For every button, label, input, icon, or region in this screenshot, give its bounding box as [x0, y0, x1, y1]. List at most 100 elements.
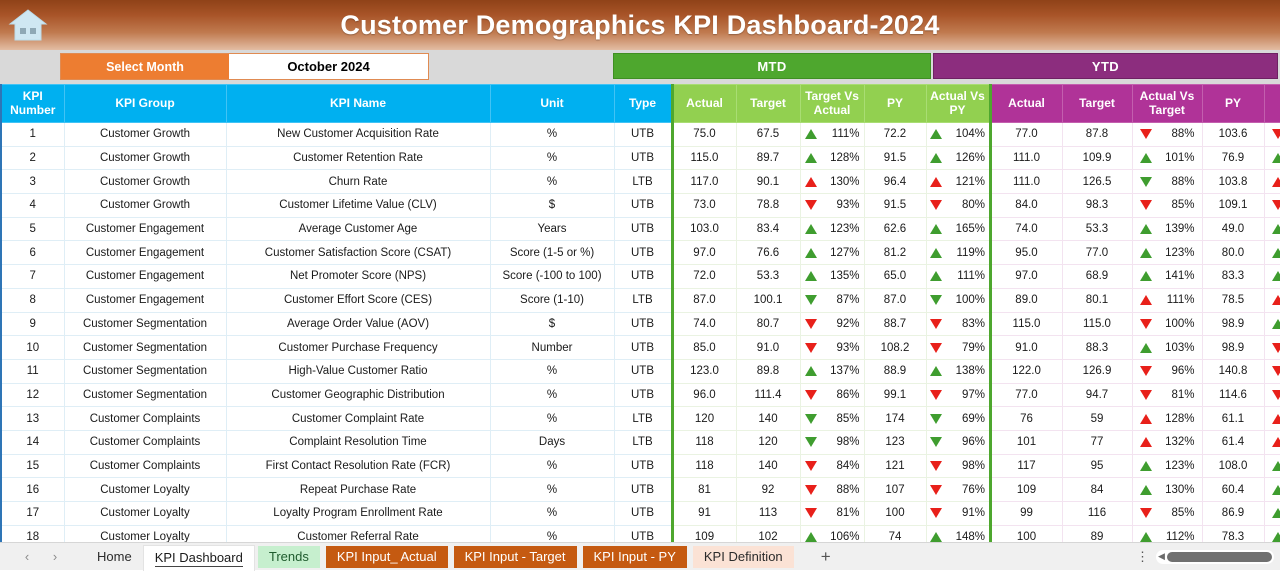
col-header-ytd-actual-vs-target[interactable]: Actual Vs Target	[1132, 85, 1202, 123]
chevron-left-icon[interactable]: ‹	[14, 546, 40, 568]
col-header-mtd-target[interactable]: Target	[736, 85, 800, 123]
cell-mtd-target-vs-actual: 92%	[800, 312, 864, 336]
cell-ytd-actual: 74.0	[990, 217, 1062, 241]
cell-ytd-target: 84	[1062, 478, 1132, 502]
cell-unit: $	[490, 312, 614, 336]
trend-down-icon	[930, 437, 942, 447]
cell-unit: %	[490, 123, 614, 147]
sheet-tab-kpi-input-target[interactable]: KPI Input - Target	[454, 546, 577, 568]
cell-mtd-py: 108.2	[864, 336, 926, 360]
col-header-mtd-actual-vs-py[interactable]: Actual Vs PY	[926, 85, 990, 123]
col-header-mtd-target-vs-actual[interactable]: Target Vs Actual	[800, 85, 864, 123]
cell-ytd-py-vs-actual: 107%	[1264, 170, 1280, 194]
scrollbar-thumb[interactable]	[1167, 552, 1272, 562]
cell-unit: Years	[490, 217, 614, 241]
col-header-ytd-py[interactable]: PY	[1202, 85, 1264, 123]
cell-ytd-py: 76.9	[1202, 146, 1264, 170]
cell-ytd-actual: 84.0	[990, 194, 1062, 218]
trend-up-icon	[1140, 295, 1152, 305]
cell-ytd-actual-vs-target: 123%	[1132, 454, 1202, 478]
sheet-tab-kpi-input-py[interactable]: KPI Input - PY	[583, 546, 687, 568]
cell-mtd-actual: 85.0	[672, 336, 736, 360]
cell-ytd-py-vs-actual: 114%	[1264, 502, 1280, 526]
sheet-tab-trends[interactable]: Trends	[258, 546, 320, 568]
mtd-target-vs-actual-value: 123%	[826, 223, 860, 235]
cell-mtd-actual-vs-py: 69%	[926, 407, 990, 431]
cell-unit: Score (1-5 or %)	[490, 241, 614, 265]
trend-up-icon	[805, 271, 817, 281]
cell-mtd-py: 96.4	[864, 170, 926, 194]
cell-mtd-actual-vs-py: 119%	[926, 241, 990, 265]
cell-mtd-py: 99.1	[864, 383, 926, 407]
trend-up-icon	[1272, 461, 1280, 471]
cell-kpi-group: Customer Engagement	[64, 265, 226, 289]
cell-mtd-target-vs-actual: 111%	[800, 123, 864, 147]
cell-mtd-target-vs-actual: 84%	[800, 454, 864, 478]
cell-ytd-target: 53.3	[1062, 217, 1132, 241]
ytd-actual-vs-target-value: 88%	[1161, 128, 1195, 140]
cell-kpi-group: Customer Growth	[64, 194, 226, 218]
col-header-mtd-py[interactable]: PY	[864, 85, 926, 123]
sheet-tab-kpi-input-actual[interactable]: KPI Input_ Actual	[326, 546, 448, 568]
trend-down-icon	[805, 295, 817, 305]
cell-ytd-py: 80.0	[1202, 241, 1264, 265]
chevron-right-icon[interactable]: ›	[42, 546, 68, 568]
sheet-nav-buttons: ‹ ›	[0, 546, 68, 568]
cell-kpi-group: Customer Engagement	[64, 288, 226, 312]
cell-kpi-number: 11	[1, 359, 64, 383]
mtd-actual-vs-py-value: 80%	[951, 199, 985, 211]
col-header-ytd-actual[interactable]: Actual	[990, 85, 1062, 123]
ytd-group-header: YTD	[933, 53, 1278, 79]
col-header-ytd-target[interactable]: Target	[1062, 85, 1132, 123]
cell-ytd-actual: 122.0	[990, 359, 1062, 383]
cell-kpi-group: Customer Loyalty	[64, 478, 226, 502]
trend-down-icon	[1140, 200, 1152, 210]
selected-month-value[interactable]: October 2024	[229, 54, 428, 79]
sheet-tab-home[interactable]: Home	[86, 546, 143, 568]
cell-mtd-target-vs-actual: 93%	[800, 194, 864, 218]
cell-kpi-name: Complaint Resolution Time	[226, 430, 490, 454]
mtd-actual-vs-py-value: 97%	[951, 389, 985, 401]
cell-kpi-name: Churn Rate	[226, 170, 490, 194]
home-icon[interactable]	[6, 4, 50, 46]
trend-down-icon	[1272, 129, 1280, 139]
add-sheet-icon[interactable]: +	[813, 546, 839, 568]
mtd-actual-vs-py-value: 91%	[951, 507, 985, 519]
cell-mtd-target-vs-actual: 88%	[800, 478, 864, 502]
horizontal-scrollbar[interactable]: ◀	[1156, 550, 1274, 564]
col-header-kpi-name[interactable]: KPI Name	[226, 85, 490, 123]
cell-ytd-py: 114.6	[1202, 383, 1264, 407]
table-row: 6Customer EngagementCustomer Satisfactio…	[1, 241, 1280, 265]
ytd-actual-vs-target-value: 88%	[1161, 176, 1195, 188]
cell-unit: Number	[490, 336, 614, 360]
ytd-actual-vs-target-value: 123%	[1161, 460, 1195, 472]
cell-kpi-group: Customer Complaints	[64, 454, 226, 478]
scroll-left-icon[interactable]: ◀	[1158, 551, 1165, 562]
col-header-kpi-group[interactable]: KPI Group	[64, 85, 226, 123]
trend-down-icon	[805, 319, 817, 329]
trend-down-icon	[805, 437, 817, 447]
cell-kpi-number: 12	[1, 383, 64, 407]
more-options-icon[interactable]: ⋮	[1136, 550, 1148, 563]
cell-mtd-target-vs-actual: 86%	[800, 383, 864, 407]
month-selector[interactable]: Select Month October 2024	[60, 53, 429, 80]
cell-ytd-actual: 77.0	[990, 383, 1062, 407]
sheet-tab-kpi-definition[interactable]: KPI Definition	[693, 546, 794, 568]
cell-mtd-actual-vs-py: 97%	[926, 383, 990, 407]
cell-mtd-target: 140	[736, 407, 800, 431]
cell-kpi-group: Customer Segmentation	[64, 312, 226, 336]
cell-kpi-number: 9	[1, 312, 64, 336]
trend-up-icon	[1140, 271, 1152, 281]
sheet-tab-kpi-dashboard[interactable]: KPI Dashboard	[143, 545, 255, 571]
trend-down-icon	[930, 414, 942, 424]
col-header-unit[interactable]: Unit	[490, 85, 614, 123]
col-header-mtd-actual[interactable]: Actual	[672, 85, 736, 123]
col-header-kpi-number[interactable]: KPI Number	[1, 85, 64, 123]
trend-up-icon	[805, 177, 817, 187]
col-header-type[interactable]: Type	[614, 85, 672, 123]
ytd-actual-vs-target-value: 132%	[1161, 436, 1195, 448]
cell-mtd-py: 88.7	[864, 312, 926, 336]
col-header-ytd-py-vs-actual[interactable]: PY Vs Actual	[1264, 85, 1280, 123]
cell-ytd-target: 68.9	[1062, 265, 1132, 289]
trend-down-icon	[805, 414, 817, 424]
